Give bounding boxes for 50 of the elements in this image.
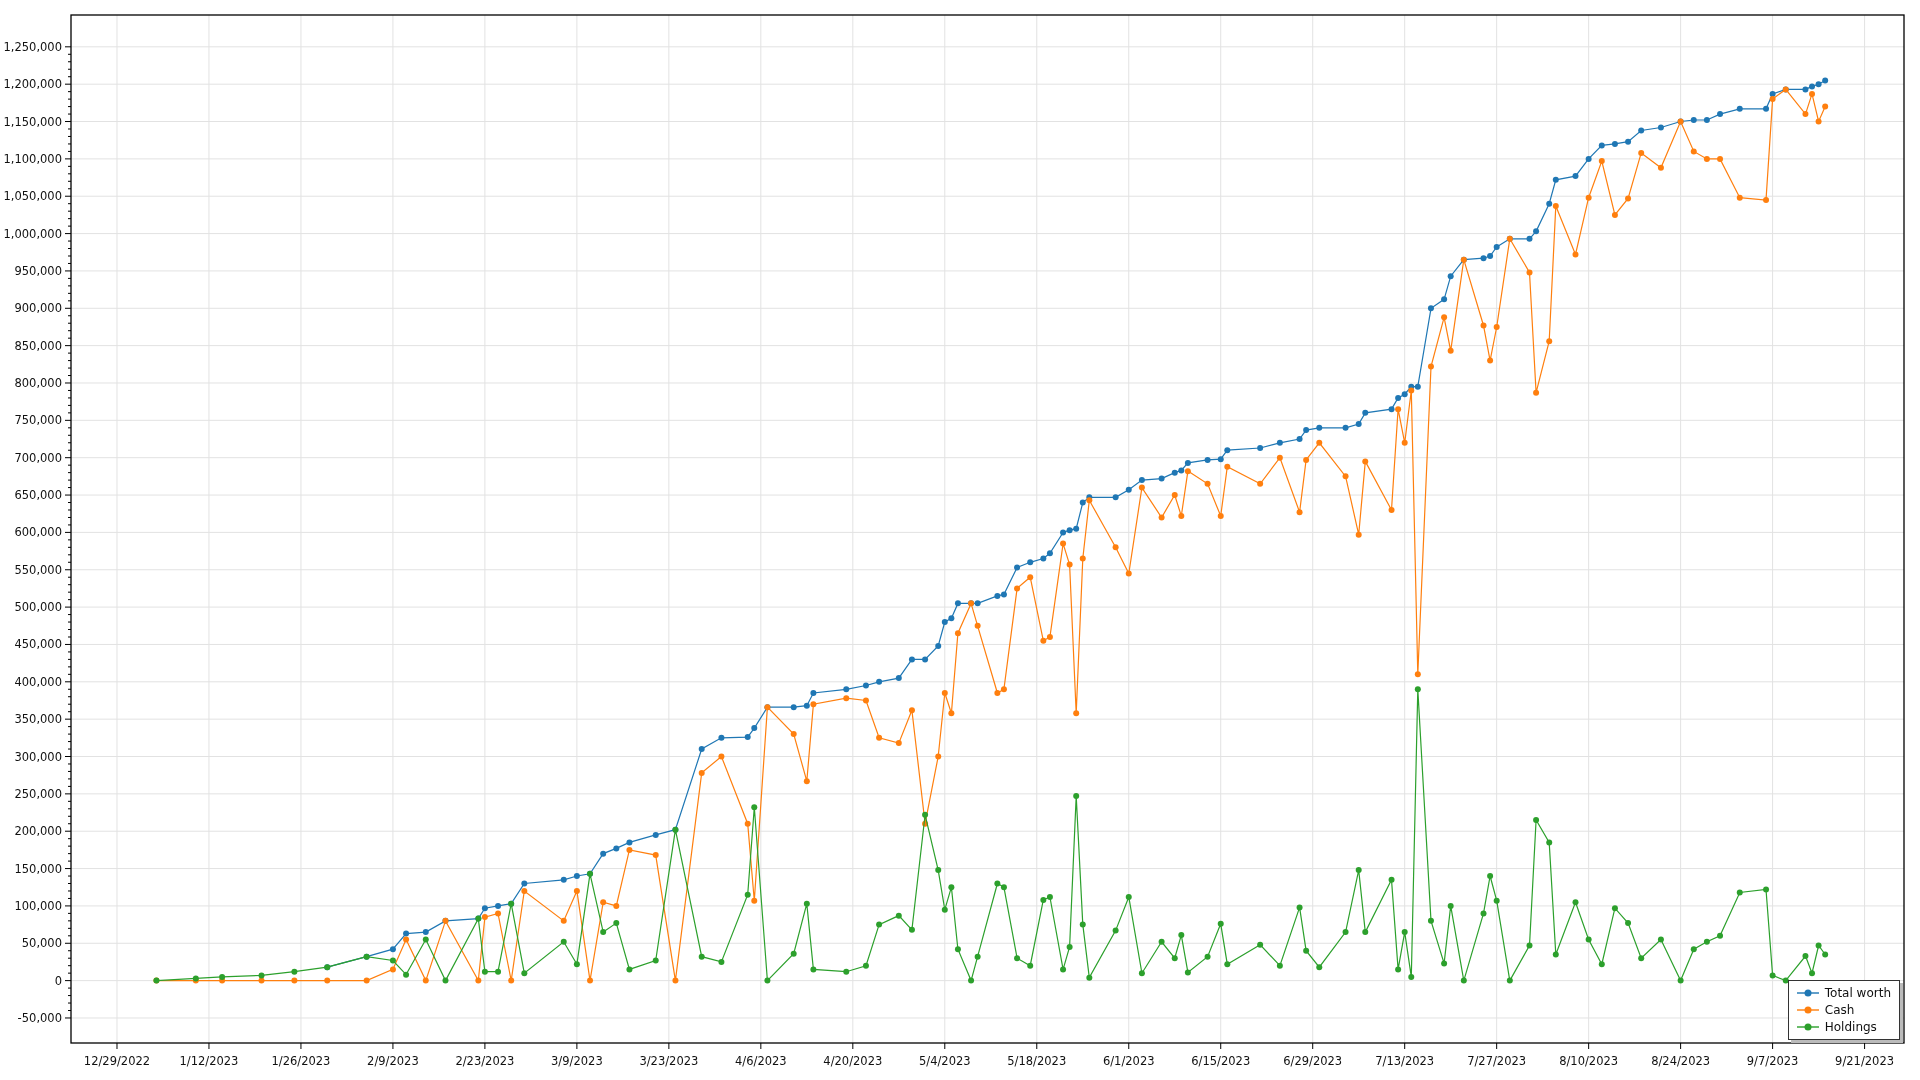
y-axis-label: 1,250,000 [3,39,62,54]
y-axis-label: 500,000 [14,600,62,615]
y-axis-label: 800,000 [14,376,62,390]
x-axis-label: 4/20/2023 [823,1054,883,1068]
x-axis-label: 8/10/2023 [1559,1054,1619,1068]
y-axis-label: -50,000 [17,1010,62,1025]
x-axis-label: 4/6/2023 [735,1054,787,1068]
x-axis-label: 9/21/2023 [1835,1054,1895,1068]
y-axis-label: 950,000 [14,263,62,278]
y-axis-label: 150,000 [14,861,62,876]
y-axis-label: 700,000 [14,450,62,465]
y-axis-label: 200,000 [14,824,62,839]
y-axis-label: 750,000 [14,413,62,428]
y-axis-label: 50,000 [21,936,62,951]
x-axis-label: 9/7/2023 [1746,1054,1799,1068]
y-axis-label: 100,000 [14,898,62,913]
x-axis-label: 8/24/2023 [1651,1054,1711,1068]
legend-label: Holdings [1824,1020,1877,1034]
x-axis-label: 6/1/2023 [1102,1054,1155,1068]
y-axis-label: 250,000 [14,786,62,801]
y-axis-label: 600,000 [14,525,62,540]
x-axis-label: 5/4/2023 [918,1054,971,1068]
x-axis-label: 1/12/2023 [179,1054,239,1068]
x-axis-label: 6/29/2023 [1283,1054,1343,1068]
y-axis-label: 300,000 [14,749,62,764]
y-axis-label: 550,000 [14,562,62,577]
x-axis-label: 2/23/2023 [455,1054,515,1068]
x-axis-label: 2/9/2023 [367,1054,419,1068]
x-axis-label: 3/23/2023 [639,1054,699,1068]
y-axis-label: 1,100,000 [3,151,62,166]
x-axis-label: 3/9/2023 [551,1054,603,1068]
y-axis-label: 1,000,000 [3,226,62,241]
x-axis-label: 5/18/2023 [1007,1054,1067,1068]
legend-label: Cash [1824,1003,1855,1017]
y-axis-label: 350,000 [14,712,62,727]
x-axis-label: 1/26/2023 [271,1054,331,1068]
x-axis-label: 7/27/2023 [1467,1054,1527,1068]
legend-label: Total worth [1824,986,1891,1000]
y-axis-label: 650,000 [14,488,62,503]
y-axis-label: 850,000 [14,338,62,353]
y-axis-label: 0 [54,973,62,988]
y-axis-label: 1,050,000 [3,189,62,204]
x-axis-label: 7/13/2023 [1375,1054,1435,1068]
y-axis-label: 1,200,000 [3,77,62,92]
x-axis-label: 12/29/2022 [83,1054,151,1068]
y-axis-label: 900,000 [14,301,62,316]
y-axis-label: 450,000 [14,637,62,652]
x-axis-label: 6/15/2023 [1191,1054,1251,1068]
y-axis-label: 400,000 [14,674,62,689]
y-axis-label: 1,150,000 [3,114,62,129]
